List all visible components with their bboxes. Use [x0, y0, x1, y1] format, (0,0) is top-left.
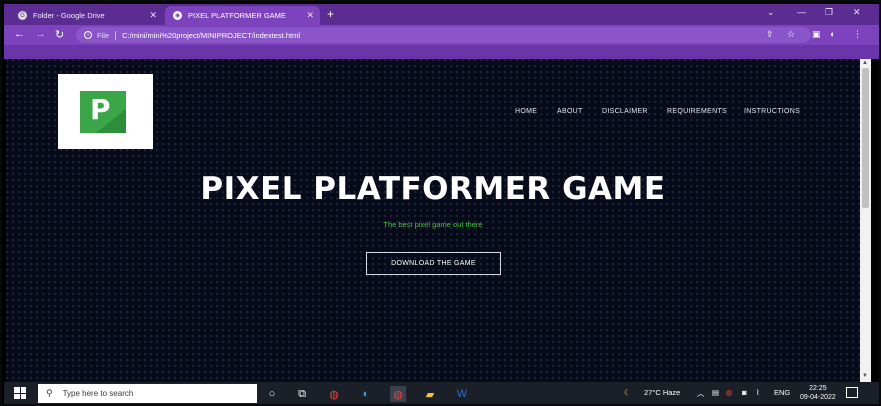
hero-tagline: The best pixel game out there: [383, 220, 483, 229]
logo-tile: P: [80, 91, 126, 133]
info-icon[interactable]: i: [84, 31, 92, 39]
tray-app-icon[interactable]: ▤: [712, 388, 719, 397]
bookmarks-bar: [4, 45, 879, 59]
address-bar[interactable]: i File C:/mini/mini%20project/MINIPROJEC…: [76, 27, 811, 43]
globe-icon: ◉: [173, 11, 182, 20]
wifi-icon[interactable]: ⌇: [756, 388, 760, 397]
weather-icon[interactable]: ☾: [624, 388, 631, 397]
tab-google-drive[interactable]: G Folder - Google Drive ✕: [10, 6, 163, 25]
restore-button[interactable]: ❐: [825, 7, 833, 18]
forward-button[interactable]: →: [35, 28, 46, 40]
menu-dots-icon[interactable]: ⋮: [853, 29, 862, 40]
share-icon[interactable]: ⇪: [766, 29, 774, 40]
browser-toolbar: ← → ↻ i File C:/mini/mini%20project/MINI…: [4, 25, 879, 45]
windows-start-icon[interactable]: [14, 387, 26, 399]
tab-label: Folder - Google Drive: [33, 11, 105, 20]
tab-strip: G Folder - Google Drive ✕ ◉ PIXEL PLATFO…: [4, 4, 879, 25]
tray-alert-icon[interactable]: ◍: [726, 388, 733, 397]
scroll-up-icon[interactable]: ▲: [862, 60, 868, 66]
url-text[interactable]: C:/mini/mini%20project/MINIPROJECT/index…: [122, 31, 300, 40]
tab-label: PIXEL PLATFORMER GAME: [188, 11, 286, 20]
chrome-active-icon[interactable]: ◍: [390, 386, 406, 402]
hero-title: PIXEL PLATFORMER GAME: [200, 171, 666, 207]
back-button[interactable]: ←: [14, 28, 25, 40]
side-panel-icon[interactable]: ▣: [812, 29, 821, 40]
show-hidden-icons[interactable]: ︿: [697, 388, 705, 399]
search-placeholder: Type here to search: [62, 389, 134, 398]
reload-button[interactable]: ↻: [55, 28, 64, 41]
page-scrollbar[interactable]: ▲ ▼: [860, 59, 871, 382]
taskbar-search[interactable]: ⚲ Type here to search: [38, 384, 257, 403]
profile-avatar-icon[interactable]: ◐: [830, 29, 835, 39]
google-drive-icon: G: [18, 11, 27, 20]
download-game-button[interactable]: DOWNLOAD THE GAME: [366, 252, 501, 275]
tab-search-icon[interactable]: ⌄: [767, 7, 775, 18]
notification-icon[interactable]: [846, 387, 858, 398]
clock-date: 09-04-2022: [800, 394, 836, 401]
scheme-label: File: [97, 30, 117, 40]
logo-letter: P: [90, 93, 111, 126]
close-tab-icon[interactable]: ✕: [149, 10, 157, 21]
edge-icon[interactable]: ◐: [358, 386, 374, 402]
new-tab-button[interactable]: +: [327, 7, 334, 21]
site-logo[interactable]: P: [58, 74, 153, 149]
nav-about[interactable]: ABOUT: [557, 108, 583, 115]
windows-taskbar: ⚲ Type here to search ○ ⧉ ◍ ◐ ◍ ▰ W ☾ 27…: [4, 382, 879, 404]
close-tab-icon[interactable]: ✕: [306, 10, 314, 21]
clock[interactable]: 22:25 09-04-2022: [800, 384, 836, 402]
bookmark-star-icon[interactable]: ☆: [787, 29, 795, 40]
cortana-icon[interactable]: ○: [264, 386, 280, 402]
web-page: P HOME ABOUT DISCLAIMER REQUIREMENTS INS…: [6, 59, 860, 382]
tray-meet-icon[interactable]: ◙: [742, 388, 747, 397]
nav-requirements[interactable]: REQUIREMENTS: [667, 108, 727, 115]
tab-pixel-platformer[interactable]: ◉ PIXEL PLATFORMER GAME ✕: [165, 6, 320, 25]
word-icon[interactable]: W: [454, 386, 470, 402]
search-icon: ⚲: [46, 388, 53, 398]
scroll-down-icon[interactable]: ▼: [862, 373, 868, 379]
clock-time: 22:25: [809, 385, 827, 392]
nav-disclaimer[interactable]: DISCLAIMER: [602, 108, 648, 115]
minimize-button[interactable]: —: [797, 7, 806, 17]
close-window-button[interactable]: ✕: [853, 7, 861, 18]
weather-text[interactable]: 27°C Haze: [644, 388, 680, 397]
task-view-icon[interactable]: ⧉: [294, 386, 310, 402]
nav-home[interactable]: HOME: [515, 108, 537, 115]
chrome-icon[interactable]: ◍: [326, 386, 342, 402]
scroll-thumb[interactable]: [862, 68, 869, 208]
language-indicator[interactable]: ENG: [774, 388, 790, 397]
nav-instructions[interactable]: INSTRUCTIONS: [744, 108, 800, 115]
file-explorer-icon[interactable]: ▰: [422, 386, 438, 402]
screen: G Folder - Google Drive ✕ ◉ PIXEL PLATFO…: [0, 0, 881, 406]
